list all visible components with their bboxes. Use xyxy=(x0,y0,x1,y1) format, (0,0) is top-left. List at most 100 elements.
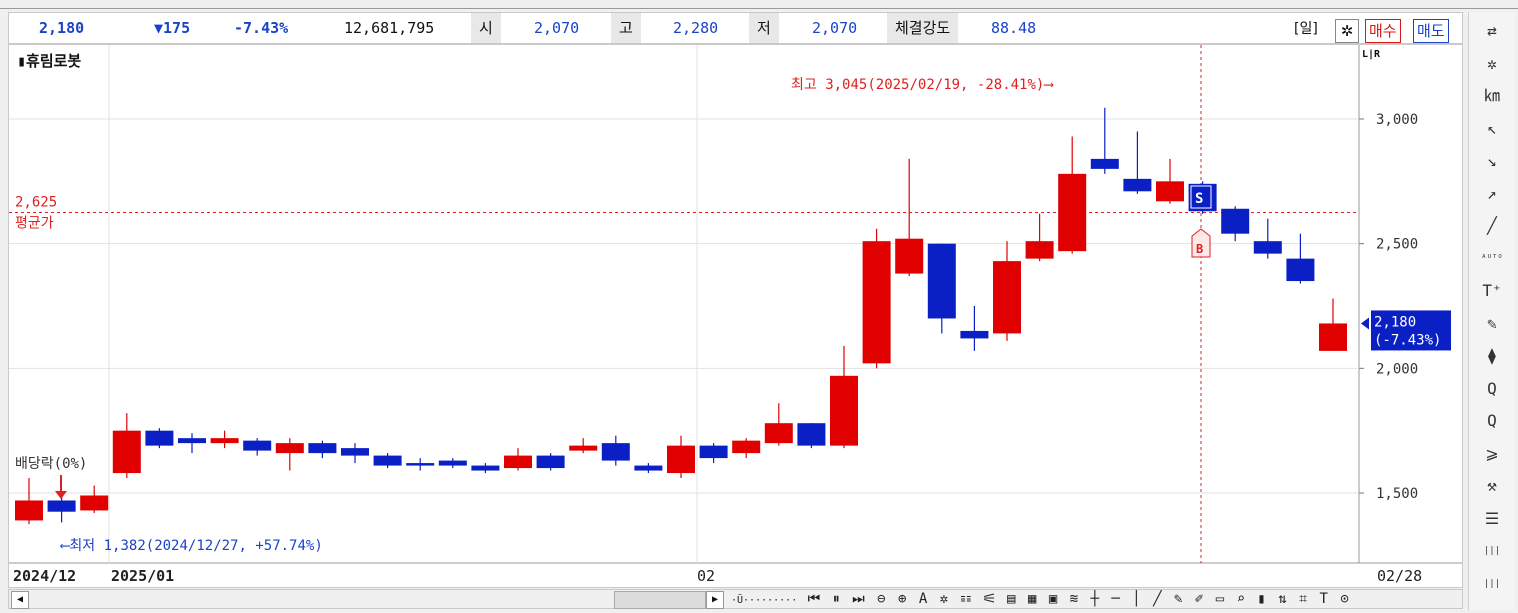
candle-body[interactable] xyxy=(732,440,761,454)
low-label: 저 xyxy=(749,13,779,43)
dividend-annotation: 배당락(0%) xyxy=(15,456,87,472)
open-label: 시 xyxy=(471,13,501,43)
scroll-right-arrow-icon[interactable]: ▶ xyxy=(706,591,724,609)
open-value: 2,070 xyxy=(534,19,580,37)
buy-marker-label: B xyxy=(1196,242,1203,256)
high-label: 고 xyxy=(611,13,641,43)
candle-body[interactable] xyxy=(504,455,532,469)
candle-body[interactable] xyxy=(341,448,369,456)
window-top-border xyxy=(0,0,1518,9)
x-axis-label: 02 xyxy=(697,567,715,585)
sell-marker-label: S xyxy=(1195,191,1203,207)
candlestick-chart[interactable]: 1,500 2,000 2,500 3,000 ▮휴림로봇 L|R 2,625 평균가 최고 3… xyxy=(9,45,1462,587)
app-window: 2,180 ▼175 -7.43% 12,681,795 시 2,070 고 2… xyxy=(0,0,1518,613)
average-price-value: 2,625 xyxy=(15,195,57,211)
strength-value: 88.48 xyxy=(991,19,1037,37)
scrollbar-thumb[interactable] xyxy=(614,591,706,609)
candle-body[interactable] xyxy=(601,443,630,461)
right-tool-icon-12[interactable]: Q xyxy=(1469,406,1515,436)
candle-body[interactable] xyxy=(667,445,695,474)
x-axis-label: 02/28 xyxy=(1377,567,1422,585)
right-tool-icon-7[interactable]: ᴬᵁᵀᴼ xyxy=(1469,244,1515,274)
right-tool-icon-10[interactable]: ⧫ xyxy=(1469,341,1515,371)
sell-button[interactable]: 매도 xyxy=(1413,19,1449,43)
candle-body[interactable] xyxy=(1156,181,1184,202)
candle-body[interactable] xyxy=(960,330,989,339)
settings-gear-icon[interactable]: ✲ xyxy=(1335,19,1359,43)
period-button[interactable]: [일] xyxy=(1294,18,1318,38)
candle-body[interactable] xyxy=(438,460,467,466)
average-price-label: 평균가 xyxy=(15,216,54,232)
scroll-left-arrow-icon[interactable]: ◀ xyxy=(11,591,29,609)
candle-body[interactable] xyxy=(1123,178,1152,192)
candle-body[interactable] xyxy=(634,465,663,471)
candle-body[interactable] xyxy=(993,261,1021,334)
candle-body[interactable] xyxy=(895,238,924,274)
lr-toggle-label[interactable]: L|R xyxy=(1362,49,1381,60)
candle-body[interactable] xyxy=(275,443,304,454)
candle-body[interactable] xyxy=(569,445,598,451)
candle-body[interactable] xyxy=(47,500,76,512)
candle-body[interactable] xyxy=(862,241,891,364)
right-tool-icon-8[interactable]: T⁺ xyxy=(1469,276,1515,306)
candle-body[interactable] xyxy=(80,495,109,511)
last-price-pct: (-7.43%) xyxy=(1374,332,1441,348)
right-tool-icon-9[interactable]: ✎ xyxy=(1469,309,1515,339)
candle-body[interactable] xyxy=(373,455,402,466)
right-tool-icon-2[interactable]: ㎞ xyxy=(1469,81,1515,111)
right-tool-icon-6[interactable]: ╱ xyxy=(1469,211,1515,241)
candle-body[interactable] xyxy=(15,500,43,521)
candle-body[interactable] xyxy=(536,455,565,469)
candle-body[interactable] xyxy=(471,465,500,471)
bottom-toolbar: ◀ ▶ ·Ū········· ⏮ ⏸ ⏭ ⊖ ⊕ A ✲ ☷ ⚟ ▤ ▦ ▣ … xyxy=(8,589,1463,609)
price-change: ▼175 xyxy=(154,19,191,37)
current-price: 2,180 xyxy=(39,19,85,37)
candle-body[interactable] xyxy=(830,375,858,446)
chart-tools[interactable]: ·Ū········· ⏮ ⏸ ⏭ ⊖ ⊕ A ✲ ☷ ⚟ ▤ ▦ ▣ ≋ ┼ … xyxy=(731,590,1351,608)
candle-body[interactable] xyxy=(178,438,206,444)
y-tick-label: 1,500 xyxy=(1376,486,1418,502)
candle-body[interactable] xyxy=(764,423,793,444)
candle-body[interactable] xyxy=(1058,173,1087,252)
x-axis-label: 2024/12 xyxy=(13,567,76,585)
candle-body[interactable] xyxy=(699,445,728,459)
right-tool-icon-13[interactable]: ⩾ xyxy=(1469,439,1515,469)
candle-body[interactable] xyxy=(1286,258,1315,282)
low-value: 2,070 xyxy=(812,19,858,37)
candle-body[interactable] xyxy=(1319,323,1347,351)
candle-body[interactable] xyxy=(927,243,956,319)
tool-icons[interactable]: ⏮ ⏸ ⏭ ⊖ ⊕ A ✲ ☷ ⚟ ▤ ▦ ▣ ≋ ┼ ─ │ ╱ ✎ ✐ ▭ … xyxy=(808,591,1351,607)
volume-value: 12,681,795 xyxy=(344,19,435,37)
right-tool-icon-3[interactable]: ↖ xyxy=(1469,114,1515,144)
candle-body[interactable] xyxy=(1221,208,1250,234)
candle-body[interactable] xyxy=(1025,241,1054,259)
right-tool-icon-5[interactable]: ↗ xyxy=(1469,179,1515,209)
candle-body[interactable] xyxy=(243,440,272,451)
right-tool-icon-4[interactable]: ↘ xyxy=(1469,146,1515,176)
candle-body[interactable] xyxy=(406,463,435,466)
right-tool-icon-11[interactable]: Q xyxy=(1469,374,1515,404)
plot-background xyxy=(9,45,1359,563)
right-tool-icon-16[interactable]: ||| xyxy=(1469,536,1515,566)
strength-label: 체결강도 xyxy=(887,13,959,43)
right-tool-icon-17[interactable]: ||| xyxy=(1469,569,1515,599)
candle-body[interactable] xyxy=(210,438,239,444)
right-tool-icon-14[interactable]: ⚒ xyxy=(1469,471,1515,501)
candle-body[interactable] xyxy=(308,443,337,454)
chart-area[interactable]: 1,500 2,000 2,500 3,000 ▮휴림로봇 L|R 2,625 평균가 최고 3… xyxy=(8,44,1463,588)
candle-body[interactable] xyxy=(797,423,826,446)
right-tool-icon-0[interactable]: ⇄ xyxy=(1469,16,1515,46)
candle-body[interactable] xyxy=(112,430,141,474)
y-tick-label: 2,000 xyxy=(1376,361,1418,377)
right-tool-icon-15[interactable]: ☰ xyxy=(1469,504,1515,534)
buy-button[interactable]: 매수 xyxy=(1365,19,1401,43)
right-toolbar: ⇄ ✲ ㎞ ↖ ↘ ↗ ╱ ᴬᵁᵀᴼ T⁺ ✎ ⧫ Q Q ⩾ ⚒ ☰ ||| ||| xyxy=(1468,12,1515,610)
candle-body[interactable] xyxy=(145,430,174,446)
zoom-slider[interactable]: ·Ū········· xyxy=(731,595,797,606)
last-price-pointer-icon xyxy=(1361,317,1369,330)
chart-title: ▮휴림로봇 xyxy=(17,52,81,70)
candle-body[interactable] xyxy=(1090,158,1119,169)
candle-body[interactable] xyxy=(1253,241,1282,254)
right-tool-icon-1[interactable]: ✲ xyxy=(1469,49,1515,79)
x-axis-label: 2025/01 xyxy=(111,567,174,585)
